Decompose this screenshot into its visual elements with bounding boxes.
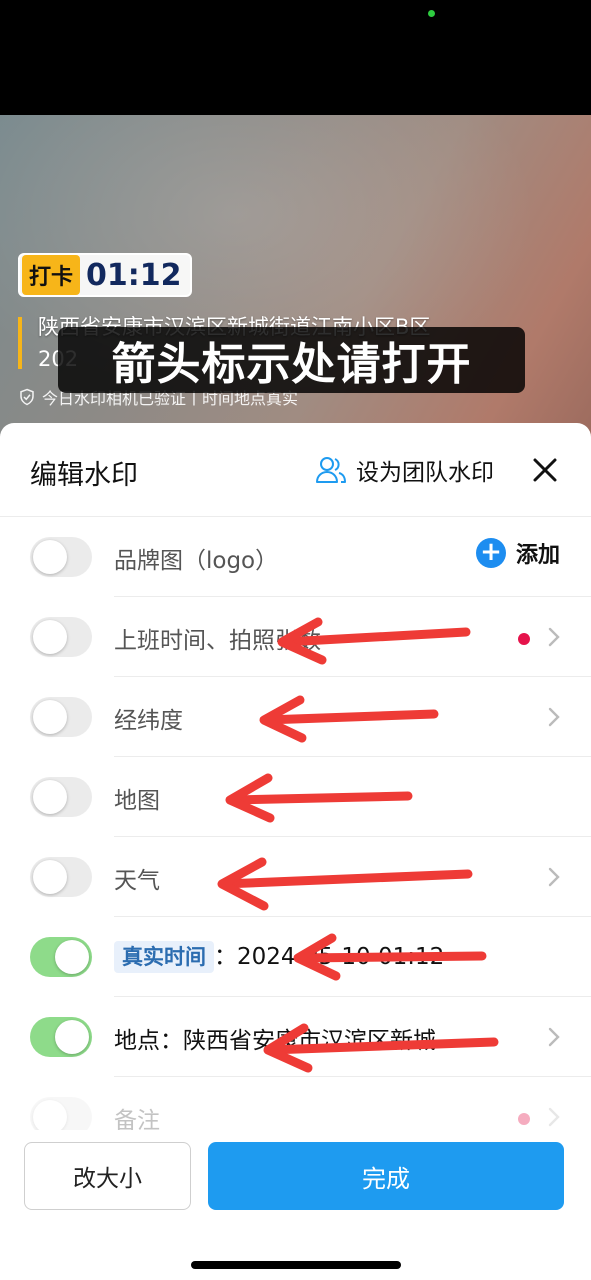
toggle-map[interactable] xyxy=(30,777,92,817)
toggle-knob xyxy=(55,1020,89,1054)
sheet-title: 编辑水印 xyxy=(30,460,138,491)
clock-in-tag: 打卡 xyxy=(22,255,81,295)
shield-check-icon xyxy=(20,388,34,406)
add-logo-button[interactable]: + 添加 xyxy=(476,537,560,569)
toggle-knob xyxy=(33,620,67,654)
toggle-knob xyxy=(33,700,67,734)
row-real-time[interactable]: 真实时间 ：2024-05-10 01:12 xyxy=(0,917,591,997)
team-watermark-label: 设为团队水印 xyxy=(356,460,494,486)
sheet-header: 编辑水印 设为团队水印 xyxy=(0,423,591,517)
camera-preview: 打卡 01:12 陕西省安康市汉滨区新城街道江南小区B区 202 今日水印相机已… xyxy=(0,115,591,445)
status-bar-area xyxy=(0,0,591,115)
row-map[interactable]: 地图 xyxy=(0,757,591,837)
row-label: 品牌图（logo） xyxy=(114,548,279,574)
sheet-footer: 改大小 完成 xyxy=(0,1130,591,1280)
instruction-caption: 箭头标示处请打开 xyxy=(58,327,525,393)
home-indicator[interactable] xyxy=(191,1261,401,1269)
set-team-watermark-button[interactable]: 设为团队水印 xyxy=(314,453,494,487)
chevron-right-icon[interactable] xyxy=(545,623,563,651)
toggle-knob xyxy=(33,780,67,814)
new-badge-dot xyxy=(518,1113,530,1125)
row-label: 经纬度 xyxy=(114,708,183,734)
toggle-location[interactable] xyxy=(30,1017,92,1057)
toggle-knob xyxy=(55,940,89,974)
watermark-accent-bar xyxy=(18,317,22,369)
watermark-badge: 打卡 01:12 xyxy=(18,253,192,297)
toggle-knob xyxy=(33,540,67,574)
real-time-label: 真实时间 ：2024-05-10 01:12 xyxy=(114,937,445,973)
chevron-right-icon[interactable] xyxy=(545,1103,563,1131)
team-users-icon xyxy=(316,457,346,483)
camera-indicator-dot xyxy=(428,10,435,17)
toggle-brand-logo[interactable] xyxy=(30,537,92,577)
row-label: 地图 xyxy=(114,788,160,814)
add-label: 添加 xyxy=(516,543,561,568)
real-time-value: ：2024-05-10 01:12 xyxy=(214,944,445,970)
toggle-coordinates[interactable] xyxy=(30,697,92,737)
watermark-time: 01:12 xyxy=(86,257,182,293)
row-label: 地点：陕西省安康市汉滨区新城 xyxy=(114,1028,436,1054)
row-weather[interactable]: 天气 xyxy=(0,837,591,917)
new-badge-dot xyxy=(518,633,530,645)
row-label: 天气 xyxy=(114,868,160,894)
toggle-real-time[interactable] xyxy=(30,937,92,977)
row-coordinates[interactable]: 经纬度 xyxy=(0,677,591,757)
toggle-knob xyxy=(33,860,67,894)
done-button[interactable]: 完成 xyxy=(208,1142,564,1210)
resize-button[interactable]: 改大小 xyxy=(24,1142,191,1210)
row-work-time[interactable]: 上班时间、拍照张数 xyxy=(0,597,591,677)
row-brand-logo: 品牌图（logo） + 添加 xyxy=(0,517,591,597)
toggle-work-time[interactable] xyxy=(30,617,92,657)
toggle-weather[interactable] xyxy=(30,857,92,897)
row-label: 上班时间、拍照张数 xyxy=(114,628,321,654)
real-time-tag: 真实时间 xyxy=(114,941,214,973)
toggle-knob xyxy=(33,1100,67,1134)
close-icon[interactable] xyxy=(530,455,560,485)
plus-circle-icon: + xyxy=(476,538,506,568)
chevron-right-icon[interactable] xyxy=(545,703,563,731)
row-location[interactable]: 地点：陕西省安康市汉滨区新城 xyxy=(0,997,591,1077)
chevron-right-icon[interactable] xyxy=(545,863,563,891)
chevron-right-icon[interactable] xyxy=(545,1023,563,1051)
